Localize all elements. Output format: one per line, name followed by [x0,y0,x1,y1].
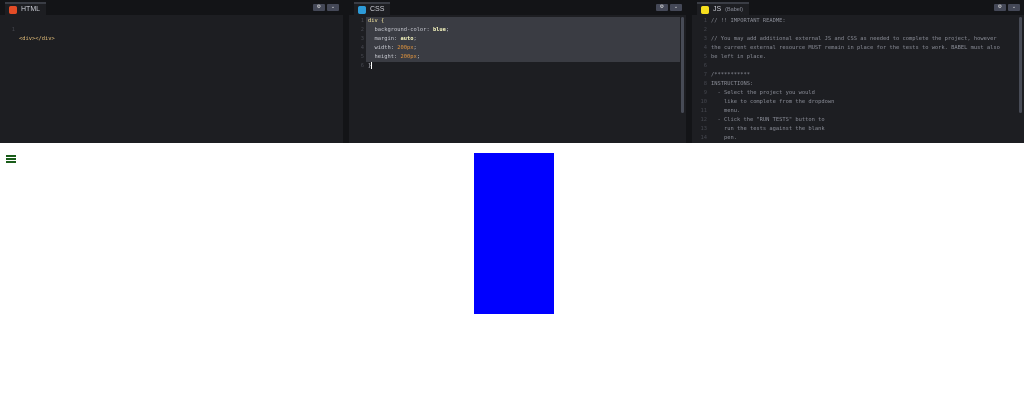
line-number: 4 [703,45,707,51]
js-editor-header: JS (Babel) ⚙ ⌄ [692,0,1024,15]
code-line: 2 background-color: blue; [349,26,680,35]
code-line: 12 - Click the "RUN TESTS" button to [692,116,1018,125]
code-line: 1 div { [349,17,680,26]
code-text: run the tests against the blank [711,126,825,132]
line-number: 8 [703,81,707,87]
line-number: 11 [700,108,708,114]
code-text: background-color: blue; [374,27,450,33]
code-text: height: 200px; [374,54,420,60]
settings-gear-icon[interactable]: ⚙ [656,4,668,11]
code-text: /*********** [711,72,750,78]
css-editor-pane: CSS ⚙ ⌄ 1 div {2 background-color: blue; 3… [343,0,686,143]
line-number: 1 [703,18,707,24]
line-number: 6 [703,63,707,69]
text-cursor [371,62,373,69]
code-line: 5 height: 200px; [349,53,680,62]
js-code-editor[interactable]: 1 // !! IMPORTANT README: 2 3 // You may add… [692,17,1018,143]
code-line: 1 <div></div> [0,17,337,42]
js-badge-icon [701,5,709,14]
code-text: INSTRUCTIONS: [711,81,754,87]
preview-area [0,148,1024,414]
code-text: like to complete from the dropdown [711,99,835,105]
css-code-editor[interactable]: 1 div {2 background-color: blue; 3 margin:… [349,17,680,143]
line-number: 3 [360,36,364,42]
html-editor-header: HTML ⚙ ⌄ [0,0,343,15]
code-line: 6 [692,62,1018,71]
line-number: 2 [703,27,707,33]
chevron-down-icon[interactable]: ⌄ [1008,4,1020,11]
code-text: menu. [711,108,741,114]
code-line: 11 menu. [692,107,1018,116]
tab-css-label: CSS [370,6,385,13]
code-line: 2 [692,26,1018,35]
code-text: be left in place. [711,54,767,60]
code-line: 8 INSTRUCTIONS: [692,80,1018,89]
code-text: // You may add additional external JS an… [711,36,997,42]
line-number: 6 [360,63,364,69]
code-line: 9 - Select the project you would [692,89,1018,98]
editor-area: HTML ⚙ ⌄ 1 <div></div> CSS ⚙ ⌄ 1 div {2… [0,0,1024,143]
code-line: 4 width: 200px; [349,44,680,53]
line-number: 12 [700,117,708,123]
code-text: pen. [711,135,737,141]
line-number: 9 [703,90,707,96]
line-number: 1 [360,18,364,24]
line-number: 14 [700,135,708,141]
code-line: 5 be left in place. [692,53,1018,62]
tab-css[interactable]: CSS [354,2,391,15]
code-text: // !! IMPORTANT README: [711,18,786,24]
html-badge-icon [9,5,17,14]
line-number: 10 [700,99,708,105]
hamburger-menu-icon[interactable] [6,155,16,163]
line-number: 5 [703,54,707,60]
code-line: 14 pen. [692,134,1018,143]
line-number: 5 [360,54,364,60]
html-editor-pane: HTML ⚙ ⌄ 1 <div></div> [0,0,343,143]
code-text: margin: auto; [374,36,417,42]
line-number: 13 [700,126,708,132]
code-line: 4 the current external resource MUST rema… [692,44,1018,53]
code-line: 13 run the tests against the blank [692,125,1018,134]
line-number: 7 [703,72,707,78]
code-line: 3 // You may add additional external JS a… [692,35,1018,44]
code-text: the current external resource MUST remai… [711,45,1000,51]
code-line: 6} [349,62,680,71]
settings-gear-icon[interactable]: ⚙ [994,4,1006,11]
blue-div-box [474,153,554,314]
tab-html-label: HTML [21,6,41,13]
line-number: 2 [360,27,364,33]
html-code-editor[interactable]: 1 <div></div> [0,17,337,143]
code-text: <div></div> [19,36,55,42]
tab-js-sublabel: (Babel) [725,6,743,13]
line-number: 4 [360,45,364,51]
css-badge-icon [358,5,366,14]
code-text: - Select the project you would [711,90,815,96]
js-editor-tools: ⚙ ⌄ [994,4,1020,11]
code-line: 10 like to complete from the dropdown [692,98,1018,107]
js-scrollbar[interactable] [1019,17,1022,113]
tab-js-label: JS [713,6,722,13]
code-text: width: 200px; [374,45,417,51]
code-text: - Click the "RUN TESTS" button to [711,117,825,123]
code-text: } [368,62,373,69]
tab-js[interactable]: JS (Babel) [697,2,749,15]
css-editor-header: CSS ⚙ ⌄ [349,0,686,15]
html-editor-tools: ⚙ ⌄ [313,4,339,11]
line-number: 1 [11,27,15,33]
code-text: div { [368,18,385,24]
code-line: 3 margin: auto; [349,35,680,44]
css-scrollbar[interactable] [681,17,684,113]
chevron-down-icon[interactable]: ⌄ [327,4,339,11]
tab-html[interactable]: HTML [5,2,47,15]
chevron-down-icon[interactable]: ⌄ [670,4,682,11]
settings-gear-icon[interactable]: ⚙ [313,4,325,11]
line-number: 3 [703,36,707,42]
code-line: 7 /*********** [692,71,1018,80]
code-line: 1 // !! IMPORTANT README: [692,17,1018,26]
css-editor-tools: ⚙ ⌄ [656,4,682,11]
js-editor-pane: JS (Babel) ⚙ ⌄ 1 // !! IMPORTANT README: 2… [686,0,1024,143]
